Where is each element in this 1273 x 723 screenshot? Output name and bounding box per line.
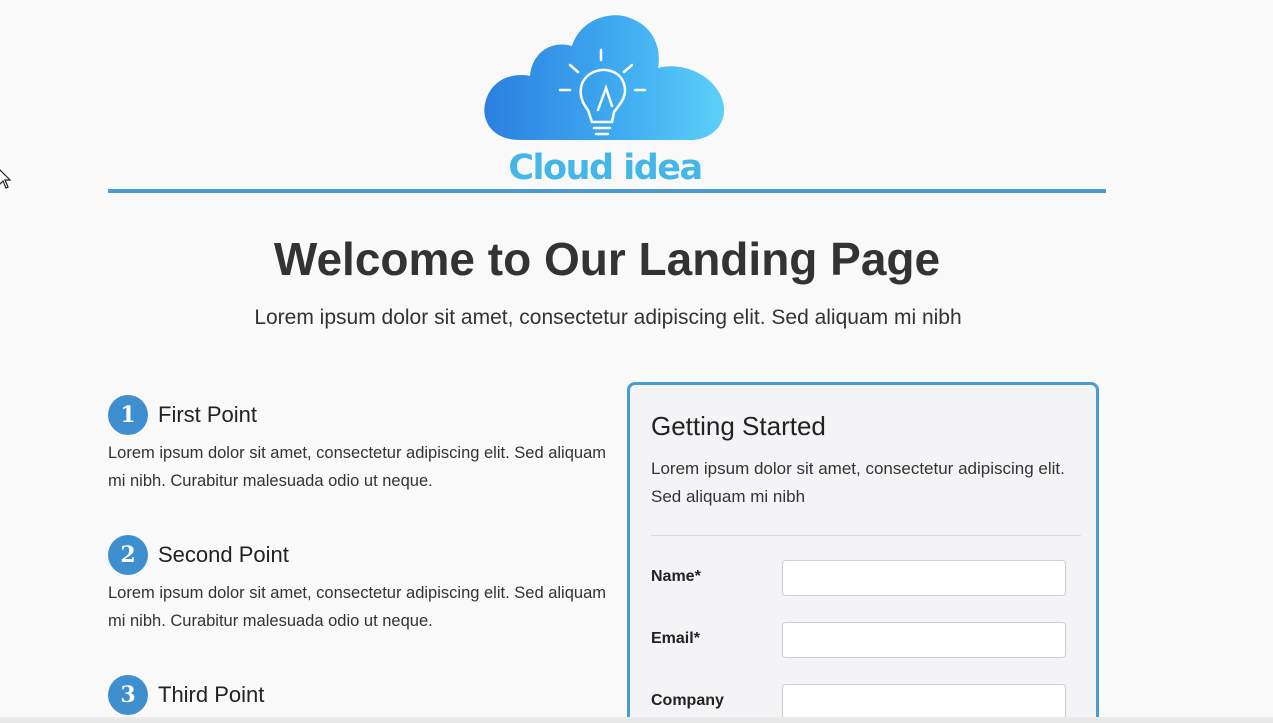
header-divider bbox=[108, 189, 1106, 193]
feature-point-3: 3 Third Point bbox=[108, 675, 608, 719]
form-title: Getting Started bbox=[651, 411, 826, 441]
feature-point-header: 2 Second Point bbox=[108, 535, 608, 575]
form-description: Lorem ipsum dolor sit amet, consectetur … bbox=[651, 459, 1065, 506]
window-bottom-edge bbox=[0, 717, 1273, 723]
cloud-idea-logo[interactable]: Cloud idea bbox=[480, 10, 730, 188]
feature-point-2: 2 Second Point Lorem ipsum dolor sit ame… bbox=[108, 535, 608, 635]
company-row: Company bbox=[651, 684, 1067, 720]
cloud-lightbulb-icon bbox=[484, 15, 725, 141]
feature-point-header: 1 First Point bbox=[108, 395, 608, 435]
number-badge-icon: 2 bbox=[108, 535, 148, 575]
email-row: Email* bbox=[651, 622, 1067, 658]
feature-point-title: Second Point bbox=[158, 542, 289, 567]
email-label: Email* bbox=[651, 630, 700, 647]
number-badge-icon: 1 bbox=[108, 395, 148, 435]
feature-point-header: 3 Third Point bbox=[108, 675, 608, 715]
feature-point-text: Lorem ipsum dolor sit amet, consectetur … bbox=[108, 584, 606, 630]
name-row: Name* bbox=[651, 560, 1067, 596]
landing-page: Cloud idea Welcome to Our Landing Page L… bbox=[0, 0, 1273, 723]
signup-form-card: Getting Started Lorem ipsum dolor sit am… bbox=[627, 382, 1099, 723]
feature-point-title: Third Point bbox=[158, 682, 265, 707]
feature-point-1: 1 First Point Lorem ipsum dolor sit amet… bbox=[108, 395, 608, 495]
feature-point-title: First Point bbox=[158, 402, 258, 427]
name-label: Name* bbox=[651, 568, 701, 585]
brand-name: Cloud idea bbox=[508, 148, 703, 188]
page-title: Welcome to Our Landing Page bbox=[273, 233, 941, 285]
feature-point-text: Lorem ipsum dolor sit amet, consectetur … bbox=[108, 444, 606, 490]
company-label: Company bbox=[651, 692, 724, 709]
number-badge-icon: 3 bbox=[108, 675, 148, 715]
mouse-cursor-icon bbox=[0, 169, 12, 189]
company-field[interactable] bbox=[782, 684, 1066, 720]
email-field[interactable] bbox=[782, 622, 1066, 658]
form-divider bbox=[651, 535, 1081, 536]
page-subtitle: Lorem ipsum dolor sit amet, consectetur … bbox=[254, 306, 962, 329]
name-field[interactable] bbox=[782, 560, 1066, 596]
